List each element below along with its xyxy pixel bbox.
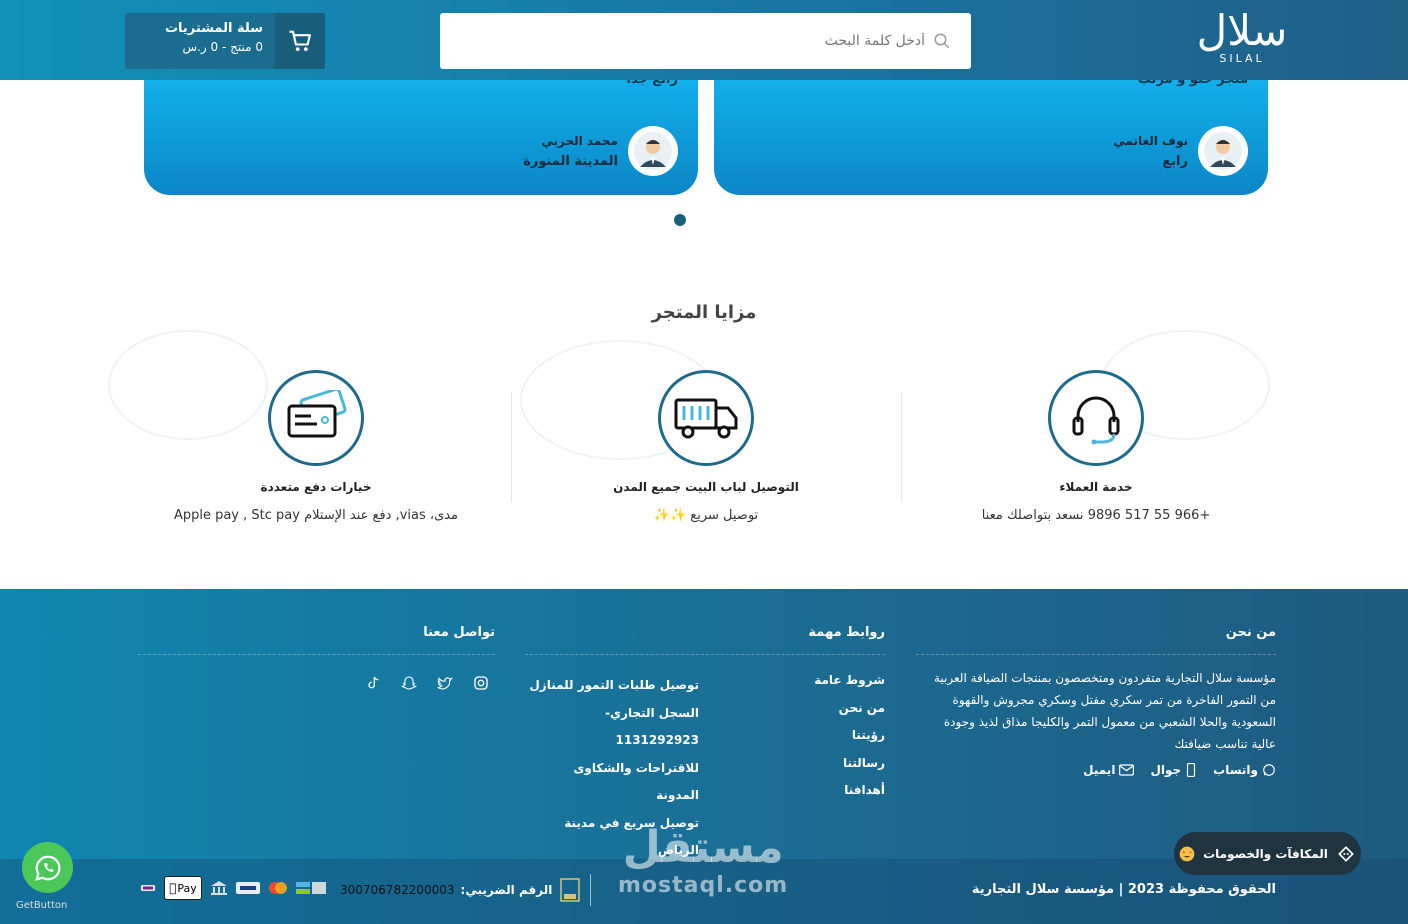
instagram-icon[interactable]: [473, 675, 489, 691]
feature-name: التوصيل لباب البيت جميع المدن: [613, 480, 799, 494]
footer-link[interactable]: توصيل طلبات التمور للمنازل: [525, 672, 699, 700]
watermark-english: mostaql.com: [618, 873, 789, 898]
footer-about-text: مؤسسة سلال التجارية متفردون ومتخصصون بمن…: [934, 671, 1276, 751]
tax-label: الرقم الضريبي:: [460, 883, 553, 897]
footer-links: روابط مهمة شروط عامة من نحن رؤيتنا رسالت…: [525, 625, 885, 857]
rewards-label: المكافآت والخصومات: [1203, 846, 1328, 861]
copyright-text: الحقوق محفوظة 2023 | مؤسسة سلال التجارية: [971, 882, 1276, 897]
mobile-icon: [1187, 763, 1196, 777]
contact-email-label: ايميل: [1083, 763, 1116, 777]
delivery-truck-icon: [658, 370, 754, 466]
contact-whatsapp-link[interactable]: واتساب: [1213, 763, 1276, 777]
testimonial-name: محمد الحربي: [541, 133, 618, 148]
whatsapp-icon: [1263, 764, 1275, 776]
carousel-dot[interactable]: [674, 214, 686, 226]
avatar: [628, 126, 678, 176]
bank-transfer-icon: [211, 881, 227, 895]
logo-arabic: سلال: [1196, 6, 1288, 55]
feature-payment: خيارات دفع متعددة مدى، vias, دفع عند الإ…: [151, 370, 481, 523]
getbutton-label: GetButton: [16, 900, 68, 911]
footer-contact: تواصل معنا: [138, 625, 495, 691]
payment-methods: Pay: [140, 876, 326, 900]
star-struck-emoji-icon: [1179, 846, 1195, 861]
search-icon[interactable]: [933, 32, 951, 50]
feature-description: توصيل سريع ✨✨: [653, 508, 759, 523]
feature-customer-service: خدمة العملاء +966 55 517 9896 نسعد بتواص…: [931, 370, 1261, 523]
zatca-logo-icon: [560, 878, 581, 902]
whatsapp-icon: [34, 855, 60, 881]
site-logo[interactable]: سلال SILAL: [1188, 8, 1296, 74]
footer-contact-title: تواصل معنا: [138, 625, 495, 655]
testimonial-card: رائع جدا محمد الحربي المدينة المنورة: [144, 60, 698, 195]
feature-divider: [901, 392, 902, 502]
stc-pay-icon: [141, 885, 155, 891]
footer-link[interactable]: المدونة: [525, 782, 699, 810]
coupon-icon: [1338, 845, 1354, 862]
cart-button[interactable]: سلة المشتريات 0 منتج - 0 ر.س: [125, 13, 325, 69]
cart-summary: 0 منتج - 0 ر.س: [182, 40, 263, 54]
search-box: [440, 13, 971, 69]
twitter-icon[interactable]: [437, 675, 453, 691]
testimonial-name: نوف الغانمي: [1113, 133, 1188, 148]
social-links: [138, 675, 495, 691]
tax-number: 300706782200003: [340, 883, 455, 897]
footer-link[interactable]: للاقتراحات والشكاوى: [525, 755, 699, 783]
testimonial-city: رابع: [1162, 153, 1188, 169]
search-input[interactable]: [485, 33, 925, 49]
avatar: [1198, 126, 1248, 176]
contact-mobile-link[interactable]: جوال: [1150, 763, 1197, 777]
tiktok-icon[interactable]: [365, 675, 381, 691]
contact-whatsapp-label: واتساب: [1213, 763, 1258, 777]
getbutton-credit[interactable]: GetButton: [16, 900, 67, 911]
rewards-button[interactable]: المكافآت والخصومات: [1174, 832, 1361, 875]
feature-name: خدمة العملاء: [1059, 480, 1133, 494]
contact-email-link[interactable]: ايميل: [1083, 763, 1135, 777]
mada-icon: [296, 882, 326, 894]
feature-name: خيارات دفع متعددة: [260, 480, 372, 494]
footer-link[interactable]: السجل التجاري- 1131292923: [525, 700, 699, 755]
whatsapp-chat-button[interactable]: [22, 842, 73, 893]
feature-delivery: التوصيل لباب البيت جميع المدن توصيل سريع…: [541, 370, 871, 523]
snapchat-icon[interactable]: [401, 675, 417, 691]
headset-icon: [1048, 370, 1144, 466]
footer-about: من نحن مؤسسة سلال التجارية متفردون ومتخص…: [916, 625, 1276, 777]
feature-description: مدى، vias, دفع عند الإستلام Apple pay , …: [173, 508, 459, 523]
cart-title: سلة المشتريات: [164, 21, 263, 36]
mastercard-icon: [269, 882, 287, 894]
apple-pay-icon: Pay: [164, 876, 202, 900]
apple-pay-label: Pay: [173, 881, 196, 895]
footer-links-title: روابط مهمة: [525, 625, 885, 655]
watermark-arabic: مستقل: [622, 822, 784, 873]
visa-icon: [236, 882, 260, 894]
testimonial-city: المدينة المنورة: [523, 153, 618, 169]
features-title: مزايا المتجر: [651, 302, 757, 323]
tax-info: الرقم الضريبي: 300706782200003: [340, 874, 592, 906]
feature-divider: [511, 392, 512, 502]
testimonial-card: متجر حلو و مرتب نوف الغانمي رابع: [714, 60, 1268, 195]
credit-card-icon: [268, 370, 364, 466]
site-header: سلال SILAL سلة المشتريات 0 منتج - 0 ر.س: [0, 0, 1408, 80]
feature-description: +966 55 517 9896 نسعد بتواصلك معنا: [981, 508, 1211, 523]
email-icon: [1119, 764, 1135, 776]
footer-about-title: من نحن: [916, 625, 1276, 655]
contact-mobile-label: جوال: [1150, 763, 1182, 777]
mostaql-watermark: مستقل mostaql.com: [618, 822, 788, 898]
cart-icon: [275, 13, 325, 69]
